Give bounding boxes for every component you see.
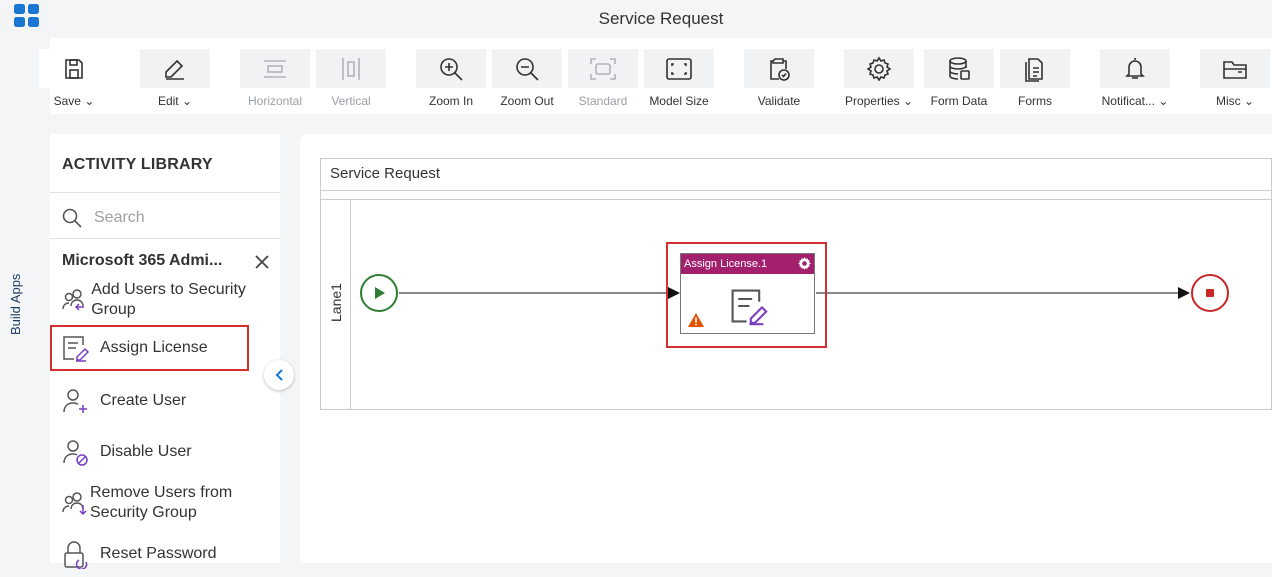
chevron-down-icon: ⌄ (181, 94, 193, 108)
save-label: Save (53, 94, 81, 108)
stop-icon (1206, 289, 1214, 297)
task-header: Assign License.1 (681, 254, 814, 274)
standard-label: Standard (578, 94, 628, 108)
title-bar: Service Request (50, 0, 1272, 38)
form-data-label: Form Data (930, 94, 988, 108)
page-title: Service Request (598, 9, 724, 28)
forms-icon (1025, 57, 1043, 82)
validate-icon (770, 57, 790, 81)
chevron-down-icon: ⌄ (1243, 94, 1255, 108)
validate-button[interactable]: Validate (743, 49, 815, 109)
vertical-label: Vertical (331, 94, 371, 108)
misc-label: Misc (1215, 94, 1241, 108)
forms-label: Forms (1018, 94, 1052, 108)
form-data-button[interactable]: Form Data (923, 49, 995, 109)
library-item-disable-user[interactable]: Disable User (50, 429, 250, 475)
activity-library-title: ACTIVITY LIBRARY (62, 156, 213, 173)
task-title: Assign License.1 (684, 258, 768, 270)
toolbar: Save ⌄ Edit ⌄ Horizontal Vertical Zoom I… (39, 38, 1272, 114)
zoom-out-icon (516, 57, 539, 81)
zoom-in-button[interactable]: Zoom In (415, 49, 487, 109)
activity-library-panel: ACTIVITY LIBRARY Search Microsoft 365 Ad… (50, 134, 280, 569)
folder-icon (1223, 60, 1247, 79)
zoom-in-label: Zoom In (428, 94, 473, 108)
horizontal-icon (264, 59, 286, 78)
chevron-down-icon: ⌄ (84, 94, 95, 108)
build-apps-label[interactable]: Build Apps (8, 274, 23, 335)
zoom-in-icon (440, 57, 463, 81)
library-item-label: Disable User (100, 443, 192, 460)
library-item-label: Create User (100, 392, 187, 409)
forms-button[interactable]: Forms (999, 49, 1071, 109)
assign-license-icon (63, 336, 90, 362)
misc-button[interactable]: Misc ⌄ (1199, 49, 1271, 109)
collapse-panel-button[interactable] (264, 360, 294, 390)
library-item-label: Add Users to Security Group (91, 281, 246, 318)
edit-label: Edit (157, 94, 179, 108)
edit-icon (165, 59, 184, 80)
zoom-out-button[interactable]: Zoom Out (491, 49, 563, 109)
library-item-add-users-to-security-group[interactable]: Add Users to Security Group (50, 277, 250, 323)
library-item-create-user[interactable]: Create User (50, 378, 250, 424)
notifications-button[interactable]: Notificat... ⌄ (1099, 49, 1171, 109)
gear-icon (866, 56, 892, 81)
save-icon (65, 58, 83, 79)
library-item-label: Remove Users from Security Group (90, 484, 233, 521)
add-users-group-icon (62, 289, 84, 311)
search-placeholder: Search (94, 209, 145, 226)
assign-license-icon (731, 289, 768, 326)
zoom-out-label: Zoom Out (500, 94, 554, 108)
edit-button[interactable]: Edit ⌄ (139, 49, 211, 109)
disable-user-icon (63, 440, 88, 466)
vertical-icon (342, 57, 360, 80)
category-title: Microsoft 365 Admi... (62, 252, 223, 269)
model-size-button[interactable]: Model Size (643, 49, 715, 109)
standard-button[interactable]: Standard (567, 49, 639, 109)
create-user-icon (63, 389, 87, 413)
library-item-assign-license[interactable]: Assign License (50, 325, 249, 371)
search-icon (62, 208, 82, 228)
horizontal-label: Horizontal (247, 94, 303, 108)
properties-button[interactable]: Properties ⌄ (843, 49, 915, 109)
start-event[interactable] (359, 273, 399, 313)
end-event[interactable] (1190, 273, 1232, 315)
remove-users-group-icon (62, 492, 87, 516)
search-input[interactable]: Search (62, 206, 272, 230)
reset-password-icon (64, 541, 88, 569)
library-item-label: Assign License (100, 339, 208, 356)
save-button[interactable]: Save ⌄ (38, 49, 110, 109)
chevron-left-icon (275, 369, 283, 381)
divider (50, 238, 280, 239)
chevron-down-icon: ⌄ (1158, 94, 1169, 108)
model-size-icon (666, 57, 692, 80)
process-canvas[interactable]: Service Request Lane1 Assign License.1 (300, 134, 1272, 563)
properties-label: Properties (844, 94, 900, 108)
chevron-down-icon: ⌄ (902, 94, 914, 108)
library-item-remove-users-from-security-group[interactable]: Remove Users from Security Group (50, 480, 250, 526)
standard-icon (590, 57, 616, 80)
horizontal-button[interactable]: Horizontal (239, 49, 311, 109)
notifications-label: Notificat... (1101, 94, 1155, 108)
library-item-reset-password[interactable]: Reset Password (50, 531, 250, 577)
model-size-label: Model Size (649, 94, 709, 108)
library-item-label: Reset Password (100, 545, 217, 562)
divider (50, 192, 280, 193)
bell-icon (1125, 57, 1145, 79)
assign-license-task[interactable]: Assign License.1 (680, 253, 815, 334)
gear-icon[interactable] (797, 256, 812, 271)
database-icon (949, 56, 970, 80)
validate-label: Validate (757, 94, 801, 108)
close-icon[interactable] (254, 254, 270, 270)
vertical-button[interactable]: Vertical (315, 49, 387, 109)
apps-grid-icon[interactable] (14, 4, 39, 27)
warning-icon (688, 313, 704, 327)
